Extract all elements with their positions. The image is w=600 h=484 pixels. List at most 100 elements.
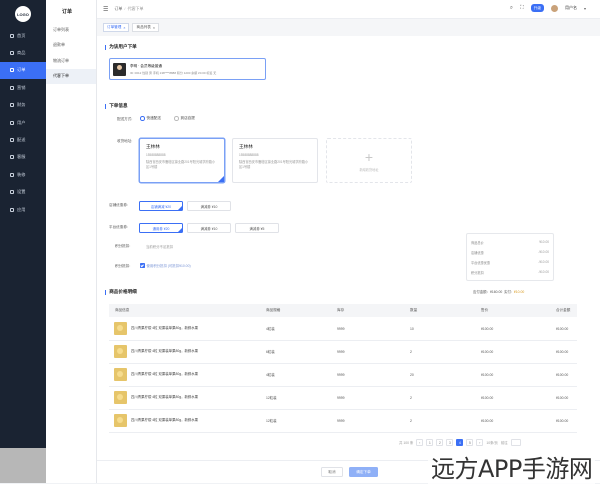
address-card[interactable]: 王林林 15588888888 陕西省西安市雁塔区锦业路201号阳光城学府路小区… <box>232 138 318 183</box>
delivery-option-express[interactable]: 快递配送 <box>140 116 161 121</box>
address-label: 收货地址: <box>117 139 133 143</box>
product-cell[interactable]: 四川青果柠檬 4粒 双果装单果80g，新鲜水果 <box>114 387 211 409</box>
pagination-total: 共 100 条 <box>399 441 414 445</box>
tab-product-list[interactable]: 商品列表 × <box>132 23 159 32</box>
spec-cell: 6粒装 <box>266 350 275 355</box>
qty-cell[interactable]: 2 <box>410 410 412 432</box>
search-icon[interactable]: ⌕ <box>510 5 513 12</box>
nav-item-apps[interactable]: 应用 <box>0 201 46 218</box>
total-cell: ¥100.00 <box>556 395 569 400</box>
spec-cell: 12粒装 <box>266 419 277 424</box>
stock-cell: 9999 <box>337 372 345 377</box>
prev-page-icon[interactable]: ‹ <box>416 439 424 446</box>
product-thumbnail <box>114 391 127 405</box>
subnav-item-place-order[interactable]: 代客下单 <box>46 68 96 84</box>
total-cell: ¥100.00 <box>556 372 569 377</box>
breadcrumb: 订单 / 代客下单 <box>114 6 143 12</box>
add-address-button[interactable]: + 新增收货地址 <box>326 138 412 183</box>
price-cell: ¥100.00 <box>481 395 494 400</box>
close-icon[interactable]: × <box>153 26 155 30</box>
chevron-down-icon[interactable]: ▾ <box>584 6 586 11</box>
nav-item-finance[interactable]: 财务 <box>0 97 46 114</box>
product-thumbnail <box>114 414 127 428</box>
fullscreen-icon[interactable]: ⛶ <box>520 5 524 12</box>
page-button[interactable]: 5 <box>466 439 474 446</box>
subnav-title: 订单 <box>62 8 73 15</box>
total-cell: ¥100.00 <box>556 326 569 331</box>
total-cell: ¥100.00 <box>556 418 569 423</box>
tab-order-manage[interactable]: 订单管理 × <box>103 23 130 32</box>
qty-cell[interactable]: 2 <box>410 341 412 363</box>
nav-item-decorate[interactable]: 装修 <box>0 166 46 183</box>
stock-cell: 9999 <box>337 418 345 423</box>
subnav-item-order-list[interactable]: 订单列表 <box>46 22 96 38</box>
product-cell[interactable]: 四川青果柠檬 4粒 双果装单果80g，新鲜水果 <box>114 318 211 340</box>
product-cell[interactable]: 四川青果柠檬 4粒 双果装单果80g，新鲜水果 <box>114 410 211 432</box>
breadcrumb-root[interactable]: 订单 <box>114 6 122 11</box>
nav-item-user[interactable]: 用户 <box>0 114 46 131</box>
username[interactable]: 用户名 <box>565 5 577 11</box>
nav-item-marketing[interactable]: 营销 <box>0 79 46 96</box>
menu-toggle-icon[interactable]: ☰ <box>103 6 108 13</box>
next-page-icon[interactable]: › <box>476 439 484 446</box>
customer-card[interactable]: 李明 · 会员等级普通 ID: 0012 性别 男 手机 138****8888… <box>109 58 266 80</box>
platform-coupon-option[interactable]: 满减券 ¥10 <box>187 223 231 233</box>
nav-item-delivery[interactable]: 配送 <box>0 131 46 148</box>
submit-order-button[interactable]: 确定下单 <box>349 467 378 477</box>
upgrade-badge[interactable]: 升级 <box>530 4 544 12</box>
page-tabs: 订单管理 × 商品列表 × <box>97 19 600 36</box>
product-thumbnail <box>114 345 127 359</box>
nav-item-order[interactable]: 订单 <box>0 61 46 80</box>
price-cell: ¥100.00 <box>481 326 494 331</box>
close-icon[interactable]: × <box>123 26 125 30</box>
balance-checkbox[interactable]: 使用积分抵扣 (可抵扣¥10.00) <box>140 263 191 268</box>
price-cell: ¥100.00 <box>481 418 494 423</box>
marketing-icon <box>10 85 14 90</box>
total-cell: ¥100.00 <box>556 349 569 354</box>
app-logo[interactable]: LOGO <box>15 6 31 22</box>
col-stock: 库存 <box>337 308 345 312</box>
subnav-item-logistics[interactable]: 物流订单 <box>46 53 96 69</box>
page-size-select[interactable]: 10条/页 <box>486 440 498 445</box>
product-cell[interactable]: 四川青果柠檬 4粒 双果装单果80g，新鲜水果 <box>114 364 211 386</box>
page-button[interactable]: 3 <box>446 439 454 446</box>
avatar[interactable] <box>550 4 558 12</box>
page-button[interactable]: 1 <box>426 439 434 446</box>
nav-item-goods[interactable]: 商品 <box>0 44 46 61</box>
product-thumbnail <box>114 368 127 382</box>
table-row: 四川青果柠檬 4粒 双果装单果80g，新鲜水果 6粒装 9999 2 ¥100.… <box>109 341 577 364</box>
apps-icon <box>10 207 14 212</box>
platform-coupon-option[interactable]: 满减券 ¥5 <box>235 223 279 233</box>
selected-check-icon <box>218 176 224 182</box>
col-spec: 商品规格 <box>266 308 281 312</box>
spec-cell: 4粒装 <box>266 327 275 332</box>
breadcrumb-current: 代客下单 <box>127 6 144 11</box>
nav-item-settings[interactable]: 设置 <box>0 184 46 201</box>
price-cell: ¥100.00 <box>481 349 494 354</box>
platform-coupon-label: 平台优惠券: <box>109 225 128 229</box>
page-button-current[interactable]: 4 <box>456 439 464 446</box>
col-total: 合计金额 <box>556 308 571 312</box>
delivery-option-pickup[interactable]: 到店自提 <box>174 116 195 121</box>
fee-summary-box: 商品总价 ¥10.00 店铺优惠 -¥10.00 平台优惠优惠 -¥10.00 积分抵… <box>466 233 554 281</box>
watermark-text: 远方APP手游网 <box>428 449 596 484</box>
platform-coupon-option-selected[interactable]: 通用券 ¥20 <box>139 223 183 233</box>
nav-item-service[interactable]: 客服 <box>0 149 46 166</box>
address-card-selected[interactable]: 王林林 15588888888 陕西省西安市雁塔区锦业路201号阳光城学府路小区… <box>139 138 225 183</box>
home-icon <box>10 33 14 38</box>
nav-item-home[interactable]: 首页 <box>0 27 46 44</box>
product-cell[interactable]: 四川青果柠檬 4粒 双果装单果80g，新鲜水果 <box>114 341 211 363</box>
subnav-item-refund[interactable]: 退款单 <box>46 38 96 54</box>
shop-coupon-option-selected[interactable]: 店铺满减 ¥20 <box>139 201 183 211</box>
qty-cell[interactable]: 2 <box>410 387 412 409</box>
page-button[interactable]: 2 <box>436 439 444 446</box>
top-bar: ☰ 订单 / 代客下单 ⌕ ⛶ 升级 用户名 ▾ <box>97 0 600 19</box>
section-title-product-detail: 商品价格明细 <box>105 289 137 295</box>
qty-cell[interactable]: 20 <box>410 364 414 386</box>
cancel-button[interactable]: 取消 <box>321 467 343 477</box>
customer-avatar <box>113 63 126 76</box>
goto-input[interactable] <box>510 439 521 446</box>
shop-coupon-option[interactable]: 满减券 ¥10 <box>187 201 231 211</box>
col-qty: 数量 <box>410 308 418 312</box>
qty-cell[interactable]: 10 <box>410 318 414 340</box>
